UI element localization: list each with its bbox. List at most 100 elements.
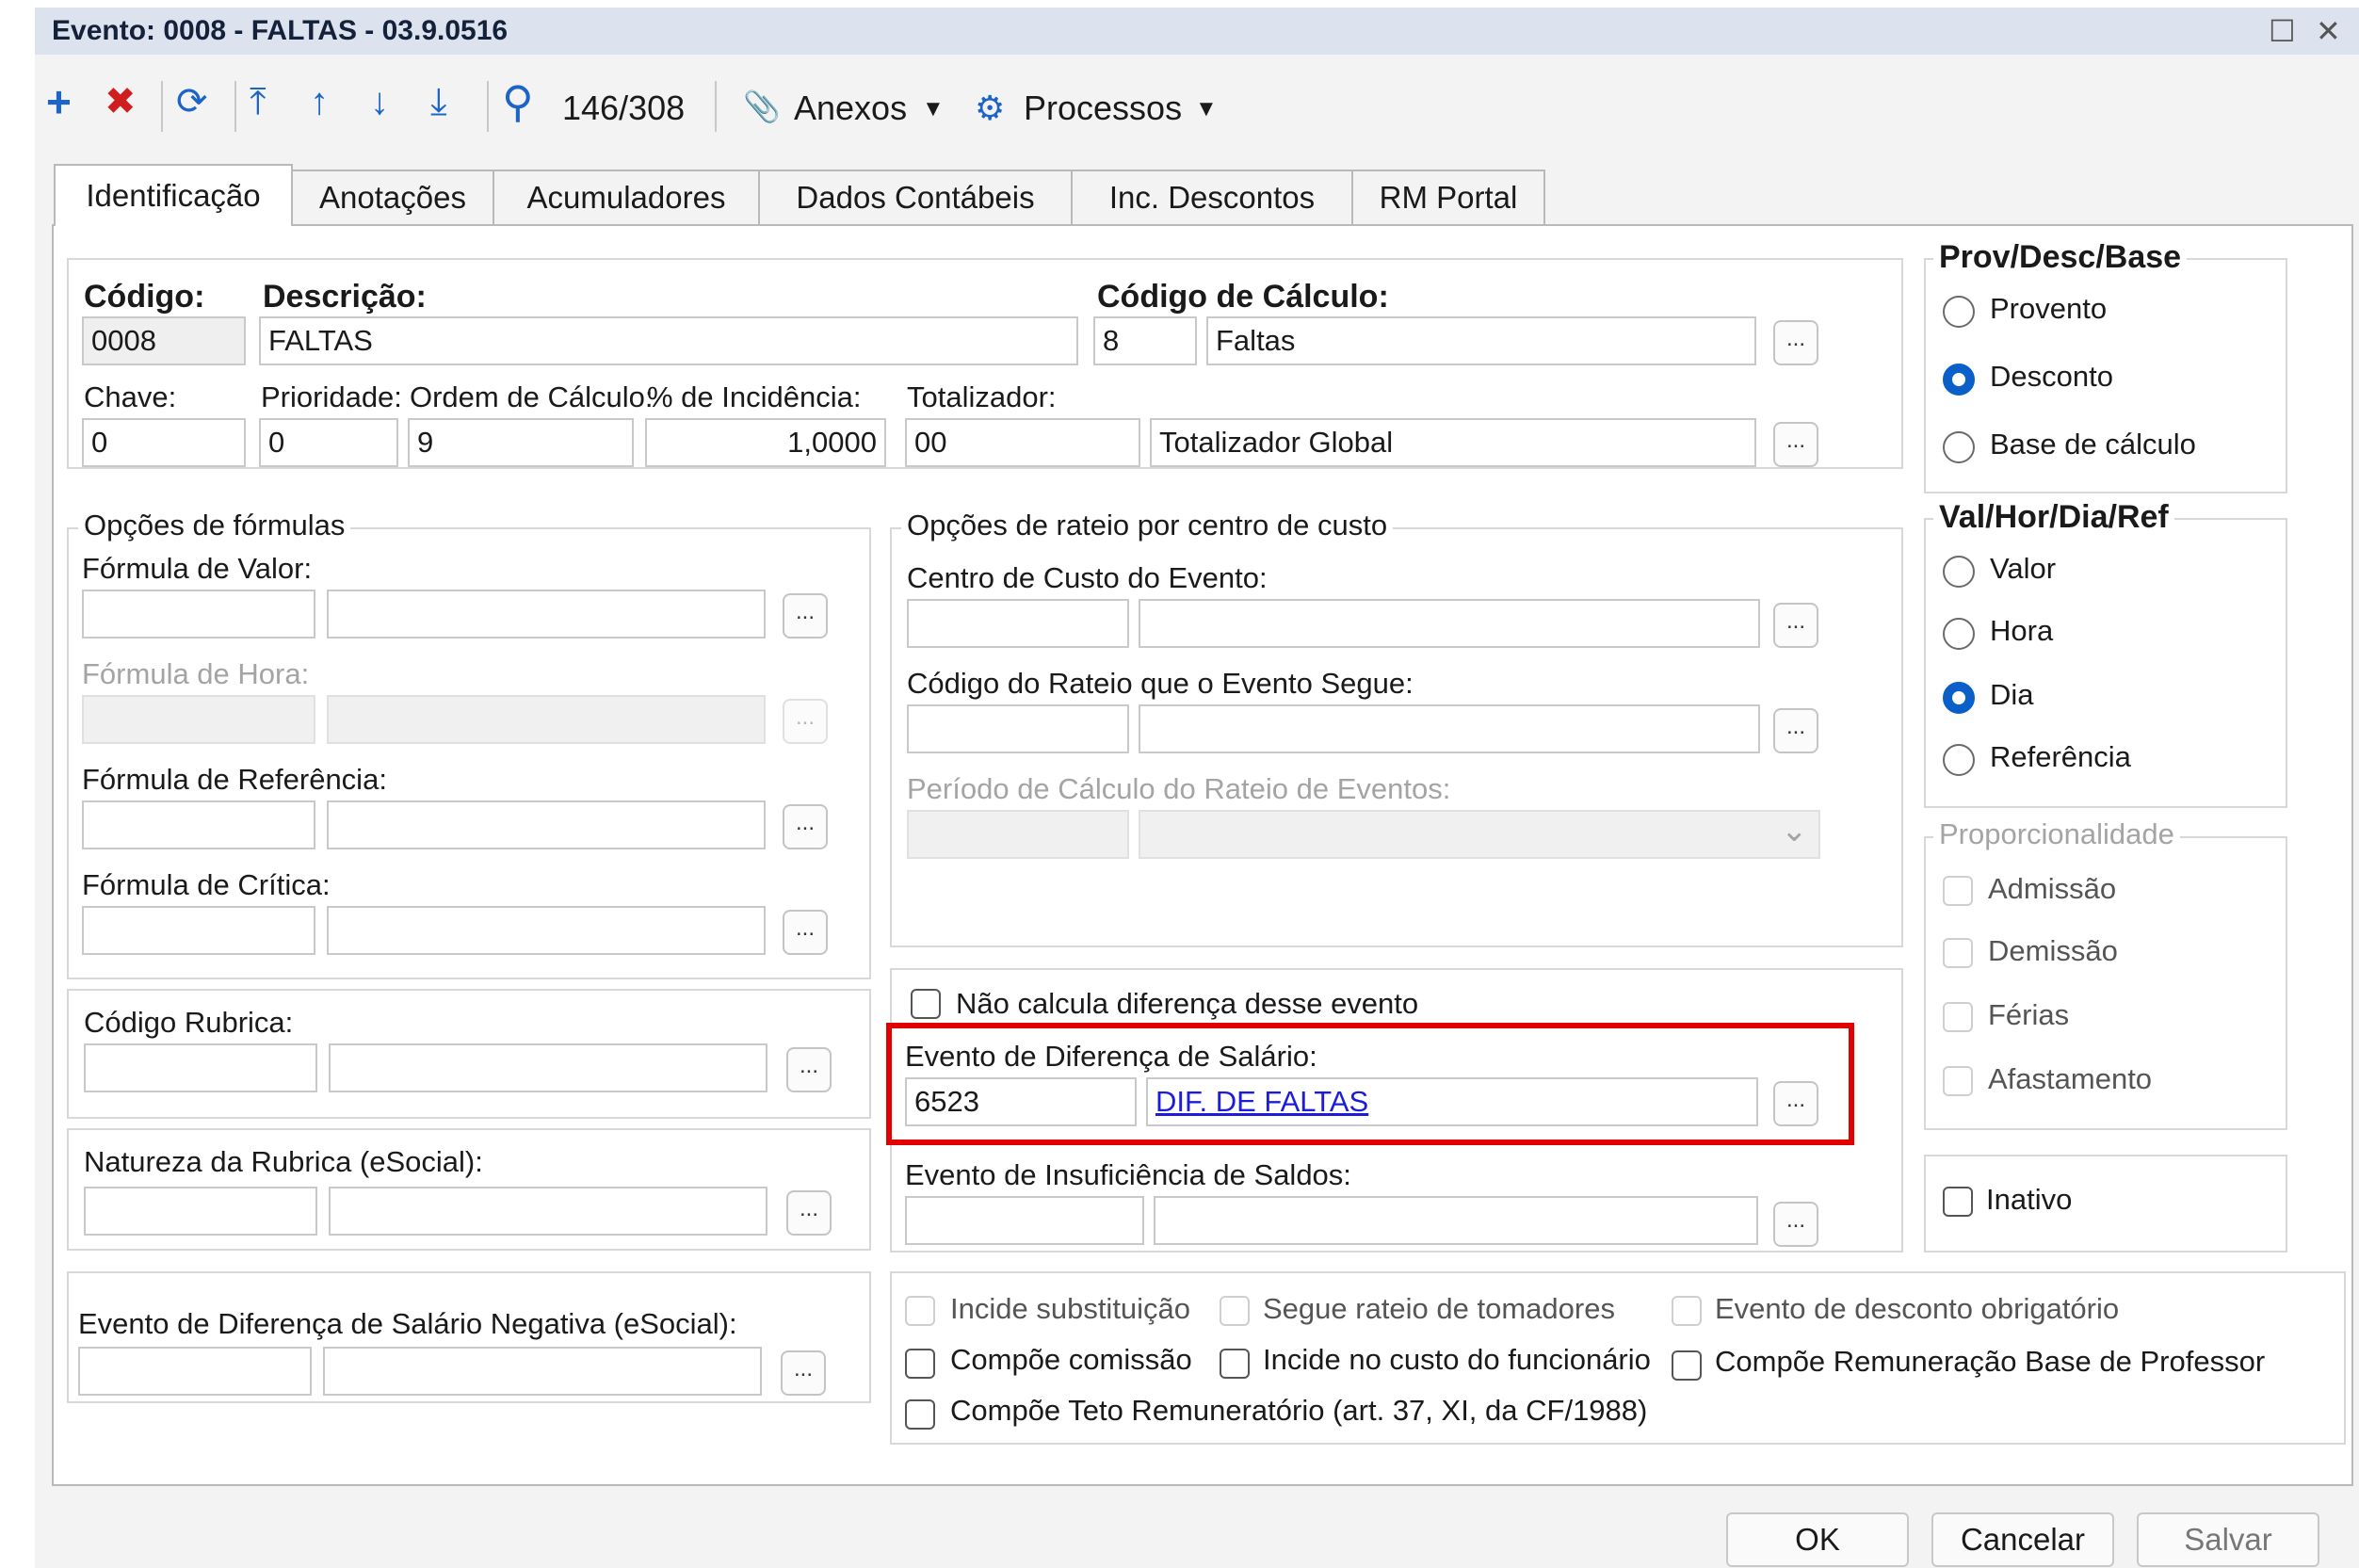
last-record-icon[interactable]: ⤓ bbox=[430, 79, 447, 124]
compoe-teto-label: Compõe Teto Remuneratório (art. 37, XI, … bbox=[950, 1394, 1648, 1427]
codigo-rateio-browse-button[interactable]: ... bbox=[1773, 708, 1818, 753]
formula-hora-code bbox=[82, 695, 315, 744]
codigo-rateio-code[interactable] bbox=[907, 704, 1129, 753]
previous-record-icon[interactable]: ↑ bbox=[310, 79, 329, 124]
first-record-icon[interactable]: ⤒ bbox=[250, 79, 267, 124]
codigo-calculo-field[interactable]: 8 bbox=[1093, 316, 1197, 365]
chave-field[interactable]: 0 bbox=[82, 418, 246, 467]
codigo-calculo-description: Faltas bbox=[1206, 316, 1756, 365]
inativo-label: Inativo bbox=[1986, 1183, 2073, 1216]
natureza-rubrica-code[interactable] bbox=[84, 1187, 317, 1236]
dia-radio[interactable] bbox=[1943, 682, 1975, 714]
codigo-rubrica-code[interactable] bbox=[84, 1043, 317, 1092]
provento-radio[interactable] bbox=[1943, 296, 1975, 328]
formula-referencia-code[interactable] bbox=[82, 800, 315, 849]
referencia-radio[interactable] bbox=[1943, 744, 1975, 776]
chevron-down-icon: ⌄ bbox=[1781, 813, 1808, 849]
dif-negativa-code[interactable] bbox=[78, 1347, 312, 1396]
inativo-group bbox=[1924, 1155, 2287, 1253]
tab-dados-contabeis[interactable]: Dados Contábeis bbox=[758, 170, 1073, 224]
next-record-icon[interactable]: ↓ bbox=[370, 79, 389, 124]
formula-valor-browse-button[interactable]: ... bbox=[783, 593, 828, 639]
hora-radio[interactable] bbox=[1943, 618, 1975, 650]
desconto-radio[interactable] bbox=[1943, 364, 1975, 396]
nao-calcula-diferenca-checkbox[interactable] bbox=[911, 989, 941, 1019]
incidencia-field[interactable]: 1,0000 bbox=[645, 418, 886, 467]
toolbar-separator bbox=[487, 81, 489, 132]
record-counter: 146/308 bbox=[562, 89, 686, 127]
nao-calcula-diferenca-label: Não calcula diferença desse evento bbox=[956, 987, 1419, 1020]
formula-valor-code[interactable] bbox=[82, 590, 315, 639]
insuficiencia-label: Evento de Insuficiência de Saldos: bbox=[905, 1158, 1351, 1191]
dif-negativa-description bbox=[323, 1347, 762, 1396]
formula-referencia-browse-button[interactable]: ... bbox=[783, 804, 828, 849]
natureza-rubrica-browse-button[interactable]: ... bbox=[786, 1190, 832, 1236]
tab-identificacao[interactable]: Identificação bbox=[54, 164, 293, 226]
totalizador-field[interactable]: 00 bbox=[905, 418, 1140, 467]
admissao-checkbox bbox=[1943, 876, 1973, 906]
refresh-icon[interactable]: ⟳ bbox=[176, 79, 208, 124]
processes-menu[interactable]: Processos bbox=[1024, 89, 1182, 128]
formula-referencia-description bbox=[327, 800, 766, 849]
attachments-dropdown-icon[interactable]: ▼ bbox=[922, 96, 945, 122]
prov-desc-base-legend: Prov/Desc/Base bbox=[1933, 239, 2188, 276]
ordem-calculo-field[interactable]: 9 bbox=[408, 418, 634, 467]
processes-dropdown-icon[interactable]: ▼ bbox=[1195, 96, 1218, 122]
highlight-box bbox=[886, 1023, 1854, 1145]
centro-custo-code[interactable] bbox=[907, 599, 1129, 648]
base-calculo-radio[interactable] bbox=[1943, 431, 1975, 463]
ferias-checkbox bbox=[1943, 1002, 1973, 1032]
tab-anotacoes[interactable]: Anotações bbox=[291, 170, 494, 224]
hora-label: Hora bbox=[1990, 614, 2054, 647]
search-icon[interactable]: ⚲ bbox=[502, 79, 534, 124]
codigo-rateio-description bbox=[1139, 704, 1760, 753]
attachments-menu[interactable]: Anexos bbox=[794, 89, 907, 128]
totalizador-browse-button[interactable]: ... bbox=[1773, 422, 1818, 467]
codigo-field[interactable]: 0008 bbox=[82, 316, 246, 365]
centro-custo-browse-button[interactable]: ... bbox=[1773, 603, 1818, 648]
codigo-calculo-browse-button[interactable]: ... bbox=[1773, 320, 1818, 365]
codigo-calculo-label: Código de Cálculo: bbox=[1097, 279, 1389, 315]
close-icon[interactable]: ✕ bbox=[2316, 13, 2341, 49]
compoe-remuneracao-checkbox[interactable] bbox=[1672, 1350, 1702, 1381]
val-hor-legend: Val/Hor/Dia/Ref bbox=[1933, 499, 2174, 536]
tab-acumuladores[interactable]: Acumuladores bbox=[493, 170, 760, 224]
identificacao-panel: Código: 0008 Descrição: FALTAS Código de… bbox=[52, 224, 2353, 1486]
delete-icon[interactable]: ✖ bbox=[105, 79, 137, 124]
compoe-comissao-label: Compõe comissão bbox=[950, 1343, 1192, 1376]
ordem-calculo-label: Ordem de Cálculo: bbox=[410, 380, 654, 413]
add-icon[interactable]: + bbox=[46, 79, 72, 124]
attachment-icon[interactable]: 📎 bbox=[743, 89, 781, 124]
formula-hora-label: Fórmula de Hora: bbox=[82, 657, 310, 690]
valor-radio[interactable] bbox=[1943, 556, 1975, 588]
ok-button[interactable]: OK bbox=[1726, 1512, 1909, 1567]
codigo-rubrica-browse-button[interactable]: ... bbox=[786, 1047, 832, 1092]
compoe-comissao-checkbox[interactable] bbox=[905, 1349, 935, 1379]
tab-inc-descontos[interactable]: Inc. Descontos bbox=[1071, 170, 1353, 224]
formula-critica-browse-button[interactable]: ... bbox=[783, 910, 828, 955]
natureza-rubrica-label: Natureza da Rubrica (eSocial): bbox=[84, 1145, 483, 1178]
insuficiencia-description bbox=[1154, 1196, 1758, 1245]
gear-icon[interactable]: ⚙ bbox=[975, 89, 1005, 128]
centro-custo-label: Centro de Custo do Evento: bbox=[907, 561, 1268, 594]
cancel-button[interactable]: Cancelar bbox=[1931, 1512, 2114, 1567]
tab-rm-portal[interactable]: RM Portal bbox=[1351, 170, 1545, 224]
maximize-icon[interactable]: ☐ bbox=[2269, 13, 2296, 49]
prioridade-field[interactable]: 0 bbox=[259, 418, 398, 467]
descricao-field[interactable]: FALTAS bbox=[259, 316, 1078, 365]
toolbar-separator bbox=[234, 81, 236, 132]
incidencia-label: % de Incidência: bbox=[647, 380, 862, 413]
inativo-checkbox[interactable] bbox=[1943, 1187, 1973, 1217]
formula-critica-code[interactable] bbox=[82, 906, 315, 955]
periodo-calculo-label: Período de Cálculo do Rateio de Eventos: bbox=[907, 772, 1451, 805]
insuficiencia-code[interactable] bbox=[905, 1196, 1144, 1245]
periodo-calculo-select bbox=[1139, 810, 1820, 859]
compoe-teto-checkbox[interactable] bbox=[905, 1399, 935, 1430]
afastamento-checkbox bbox=[1943, 1066, 1973, 1096]
dif-negativa-browse-button[interactable]: ... bbox=[781, 1350, 826, 1396]
insuficiencia-browse-button[interactable]: ... bbox=[1773, 1202, 1818, 1247]
incide-custo-checkbox[interactable] bbox=[1220, 1349, 1250, 1379]
save-button[interactable]: Salvar bbox=[2137, 1512, 2319, 1567]
base-calculo-label: Base de cálculo bbox=[1990, 428, 2196, 461]
totalizador-label: Totalizador: bbox=[907, 380, 1057, 413]
